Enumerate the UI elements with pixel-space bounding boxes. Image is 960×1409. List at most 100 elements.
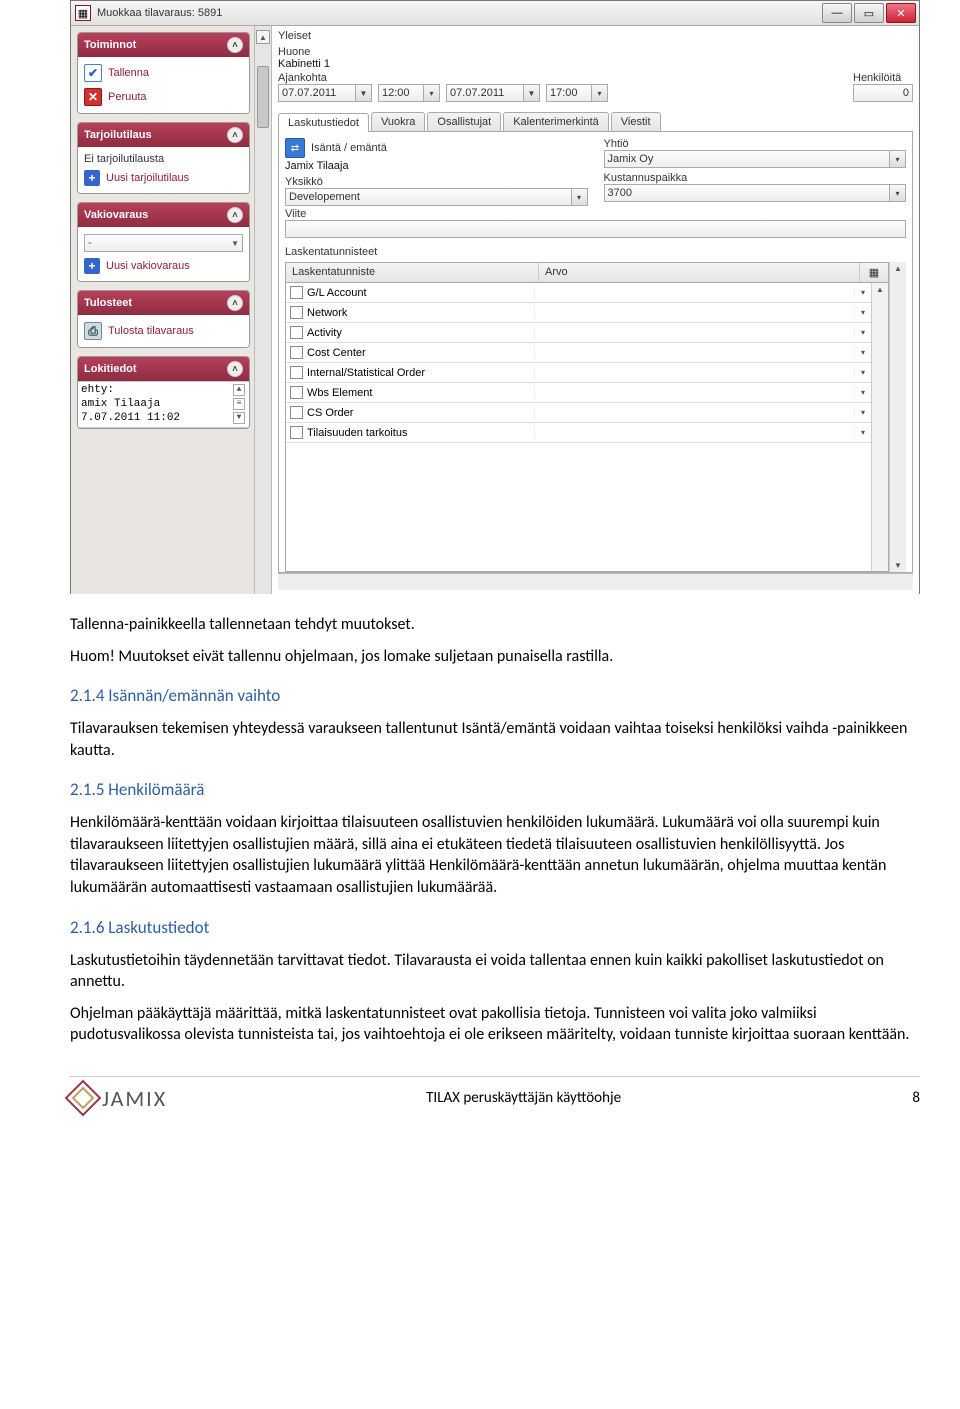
scroll-up-icon[interactable]: ▲	[894, 264, 902, 273]
panel-title: Lokitiedot	[84, 363, 137, 375]
scroll-up-icon[interactable]: ▲	[876, 285, 884, 294]
collapse-icon[interactable]: ˄	[227, 295, 243, 311]
isanta-value: Jamix Tilaaja	[285, 160, 588, 172]
checkbox[interactable]	[290, 286, 303, 299]
laskenta-grid: Laskentatunniste Arvo ▦ G/L Account▾ Net…	[285, 262, 889, 572]
checkbox[interactable]	[290, 406, 303, 419]
chevron-down-icon[interactable]: ▾	[854, 428, 871, 437]
time-from-input[interactable]: 12:00	[378, 84, 424, 102]
cancel-button[interactable]: ✕ Peruuta	[84, 85, 243, 109]
grid-row[interactable]: Tilaisuuden tarkoitus▾	[286, 423, 871, 443]
date-to-input[interactable]: 07.07.2011	[446, 84, 524, 102]
checkbox[interactable]	[290, 326, 303, 339]
swap-icon[interactable]: ⇄	[285, 138, 305, 158]
date-from-input[interactable]: 07.07.2011	[278, 84, 356, 102]
date-from-picker[interactable]: ▼	[356, 84, 372, 102]
minimize-button[interactable]: —	[822, 3, 852, 23]
collapse-icon[interactable]: ˄	[227, 361, 243, 377]
grid-row[interactable]: Network▾	[286, 303, 871, 323]
new-vakio-label: Uusi vakiovaraus	[106, 260, 190, 272]
scroll-mid-icon[interactable]: ≡	[233, 398, 245, 410]
tab-vuokra[interactable]: Vuokra	[371, 112, 425, 131]
kust-dropdown[interactable]: ▾	[890, 184, 906, 202]
page-number: 8	[880, 1089, 920, 1107]
tab-content: ⇄ Isäntä / emäntä Jamix Tilaaja Yksikkö …	[278, 132, 913, 573]
chevron-down-icon[interactable]: ▾	[854, 408, 871, 417]
main-content: Yleiset Huone Kabinetti 1 Ajankohta 07.0…	[272, 26, 919, 594]
tab-kalenterimerkinta[interactable]: Kalenterimerkintä	[503, 112, 609, 131]
app-icon: ▦	[75, 5, 91, 21]
save-label: Tallenna	[108, 67, 149, 79]
yhtio-dropdown[interactable]: ▾	[890, 150, 906, 168]
checkbox[interactable]	[290, 386, 303, 399]
close-button[interactable]: ✕	[886, 3, 916, 23]
grid-outer-scrollbar[interactable]: ▲ ▼	[889, 262, 906, 572]
yhtio-label: Yhtiö	[604, 138, 907, 150]
grid-row[interactable]: Wbs Element▾	[286, 383, 871, 403]
yhtio-input[interactable]: Jamix Oy	[604, 150, 891, 168]
tab-osallistujat[interactable]: Osallistujat	[427, 112, 501, 131]
chevron-down-icon: ▼	[231, 239, 239, 248]
tab-viestit[interactable]: Viestit	[611, 112, 661, 131]
collapse-icon[interactable]: ˄	[227, 207, 243, 223]
kust-input[interactable]: 3700	[604, 184, 891, 202]
chevron-down-icon[interactable]: ▾	[854, 388, 871, 397]
viite-input[interactable]	[285, 220, 906, 238]
collapse-icon[interactable]: ˄	[227, 127, 243, 143]
scroll-up-icon[interactable]: ▲	[233, 384, 245, 396]
chevron-down-icon[interactable]: ▾	[854, 368, 871, 377]
chevron-down-icon[interactable]: ▾	[854, 308, 871, 317]
window-title: Muokkaa tilavaraus: 5891	[97, 7, 222, 19]
sidebar-scrollbar[interactable]: ▲	[254, 26, 271, 594]
date-to-picker[interactable]: ▼	[524, 84, 540, 102]
grid-body: G/L Account▾ Network▾ Activity▾ Cost Cen…	[286, 283, 871, 571]
grid-inner-scrollbar[interactable]: ▲	[871, 283, 888, 571]
scroll-up-icon[interactable]: ▲	[256, 30, 270, 44]
chevron-down-icon[interactable]: ▾	[854, 288, 871, 297]
grid-row[interactable]: CS Order▾	[286, 403, 871, 423]
yksikko-dropdown[interactable]: ▾	[572, 188, 588, 206]
tarjoilu-none: Ei tarjoilutilausta	[84, 151, 243, 167]
log-textarea[interactable]: ehty: amix Tilaaja 7.07.2011 11:02 ▲ ≡ ▼	[78, 381, 249, 428]
scroll-down-icon[interactable]: ▼	[233, 412, 245, 424]
grid-row[interactable]: Internal/Statistical Order▾	[286, 363, 871, 383]
vakio-combo[interactable]: - ▼	[84, 234, 243, 252]
chevron-down-icon[interactable]: ▾	[854, 328, 871, 337]
panel-toiminnot: Toiminnot ˄ ✔ Tallenna ✕ Peruuta	[77, 32, 250, 114]
grid-col-button[interactable]: ▦	[860, 263, 888, 282]
grid-col-arvo[interactable]: Arvo	[539, 263, 860, 282]
doc-heading: 2.1.4 Isännän/emännän vaihto	[70, 685, 920, 708]
tab-laskutustiedot[interactable]: Laskutustiedot	[278, 113, 369, 132]
henkiloita-input[interactable]: 0	[853, 84, 913, 102]
doc-paragraph: Tallenna-painikkeella tallennetaan tehdy…	[70, 614, 920, 636]
laskentatunnisteet-label: Laskentatunnisteet	[285, 246, 906, 258]
maximize-button[interactable]: ▭	[854, 3, 884, 23]
printer-icon: ⎙	[84, 322, 102, 340]
time-to-input[interactable]: 17:00	[546, 84, 592, 102]
grid-row[interactable]: G/L Account▾	[286, 283, 871, 303]
isanta-label: Isäntä / emäntä	[311, 142, 387, 154]
grid-row[interactable]: Activity▾	[286, 323, 871, 343]
new-tarjoilu-button[interactable]: + Uusi tarjoilutilaus	[84, 167, 243, 189]
document-body: Tallenna-painikkeella tallennetaan tehdy…	[70, 614, 920, 1046]
collapse-icon[interactable]: ˄	[227, 37, 243, 53]
time-from-picker[interactable]: ▾	[424, 84, 440, 102]
grid-col-tunniste[interactable]: Laskentatunniste	[286, 263, 539, 282]
grid-row[interactable]: Cost Center▾	[286, 343, 871, 363]
checkbox[interactable]	[290, 426, 303, 439]
horizontal-scrollbar[interactable]	[278, 573, 913, 590]
checkbox[interactable]	[290, 306, 303, 319]
save-button[interactable]: ✔ Tallenna	[84, 61, 243, 85]
scroll-thumb[interactable]	[257, 66, 269, 128]
time-to-picker[interactable]: ▾	[592, 84, 608, 102]
print-button[interactable]: ⎙ Tulosta tilavaraus	[84, 319, 243, 343]
chevron-down-icon[interactable]: ▾	[854, 348, 871, 357]
scroll-down-icon[interactable]: ▼	[894, 561, 902, 570]
checkbox[interactable]	[290, 346, 303, 359]
checkbox[interactable]	[290, 366, 303, 379]
new-vakio-button[interactable]: + Uusi vakiovaraus	[84, 255, 243, 277]
doc-paragraph: Laskutustietoihin täydennetään tarvittav…	[70, 950, 920, 993]
new-tarjoilu-label: Uusi tarjoilutilaus	[106, 172, 189, 184]
yksikko-input[interactable]: Developement	[285, 188, 572, 206]
huone-label: Huone	[278, 46, 913, 58]
